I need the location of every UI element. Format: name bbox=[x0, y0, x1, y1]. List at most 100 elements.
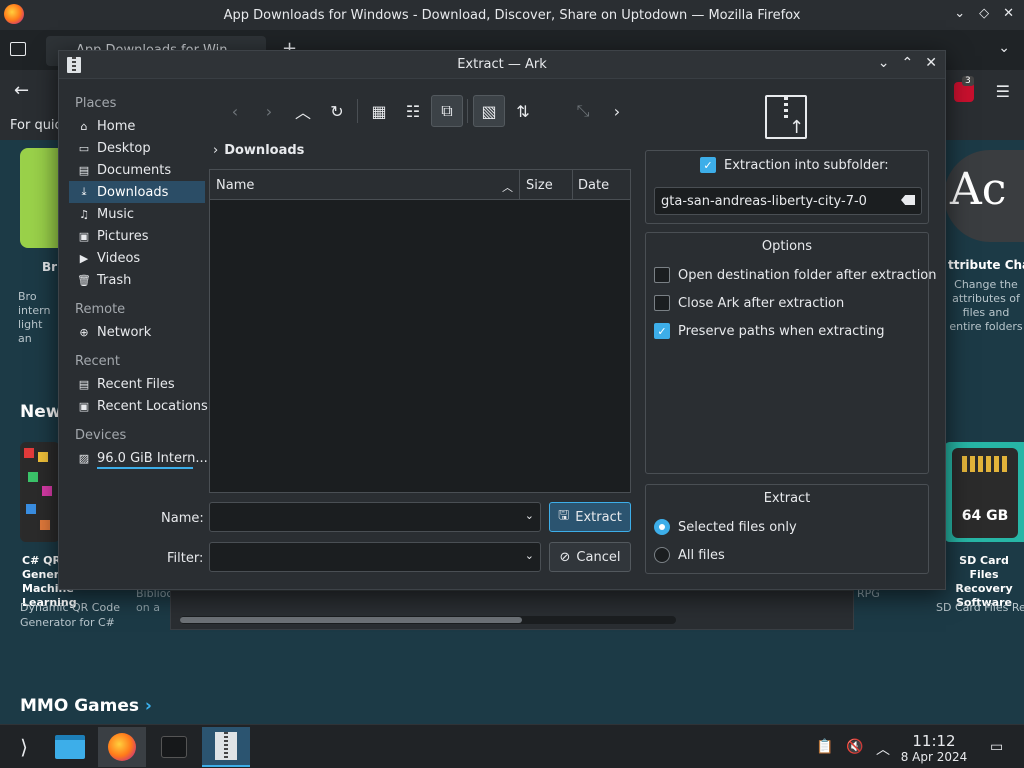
sidebar-item-label: Recent Files bbox=[97, 376, 175, 392]
clock[interactable]: 11:12 8 Apr 2024 bbox=[900, 732, 968, 764]
extract-group-title: Extract bbox=[763, 491, 811, 506]
music-icon: ♫ bbox=[79, 207, 89, 221]
app-card-desc: Bro intern light an bbox=[18, 290, 51, 345]
column-date[interactable]: Date bbox=[578, 178, 609, 193]
volume-muted-icon[interactable]: 🔇 bbox=[846, 739, 863, 755]
mixer-icon bbox=[161, 736, 187, 758]
open-destination-checkbox[interactable]: Open destination folder after extraction bbox=[654, 267, 937, 283]
detail-view-icon[interactable]: ☷ bbox=[397, 95, 429, 127]
back-icon[interactable]: ‹ bbox=[219, 95, 251, 127]
attribute-changer-logo[interactable]: Ac bbox=[944, 150, 1024, 242]
bookmarks-text[interactable]: For quic bbox=[10, 118, 62, 133]
toolbar-separator bbox=[357, 99, 358, 123]
app-card-image[interactable]: 64 GB bbox=[944, 442, 1024, 542]
sidebar-item-pictures[interactable]: ▣ Pictures bbox=[69, 225, 209, 247]
hamburger-menu-icon[interactable]: ☰ bbox=[996, 82, 1010, 101]
sidebar-item-downloads[interactable]: ⤓ Downloads bbox=[69, 181, 205, 203]
up-icon[interactable]: ︿ bbox=[287, 95, 319, 127]
subfolder-input[interactable]: gta-san-andreas-liberty-city-7-0 bbox=[654, 187, 922, 215]
sidebar-item-recent-locations[interactable]: ▣ Recent Locations bbox=[69, 395, 209, 417]
scrollbar-thumb[interactable] bbox=[180, 617, 522, 623]
preview-icon[interactable]: ▧ bbox=[473, 95, 505, 127]
clipboard-icon[interactable]: 📋 bbox=[816, 739, 833, 755]
maximize-icon[interactable]: ◇ bbox=[979, 6, 989, 21]
sidebar-item-label: Pictures bbox=[97, 228, 149, 244]
close-icon[interactable]: ✕ bbox=[925, 55, 937, 71]
sidebar-item-music[interactable]: ♫ Music bbox=[69, 203, 209, 225]
preserve-paths-checkbox[interactable]: ✓ Preserve paths when extracting bbox=[654, 323, 885, 339]
forward-icon[interactable]: › bbox=[253, 95, 285, 127]
taskbar-mixer[interactable] bbox=[150, 727, 198, 767]
app-card-title[interactable]: ttribute Changer bbox=[948, 258, 1024, 272]
minimize-icon[interactable]: ⌄ bbox=[878, 55, 890, 71]
sidebar-item-documents[interactable]: ▤ Documents bbox=[69, 159, 209, 181]
cancel-button-label: Cancel bbox=[576, 549, 621, 565]
firefox-window-controls: ⌄ ◇ ✕ bbox=[954, 6, 1014, 21]
tree-view-icon[interactable]: ⧉ bbox=[431, 95, 463, 127]
reload-icon[interactable]: ↻ bbox=[321, 95, 353, 127]
all-files-radio[interactable]: All files bbox=[654, 547, 725, 563]
close-ark-checkbox[interactable]: Close Ark after extraction bbox=[654, 295, 844, 311]
tab-list-icon[interactable] bbox=[10, 42, 26, 56]
extract-button-label: Extract bbox=[575, 509, 622, 525]
icon-view-icon[interactable]: ▦ bbox=[363, 95, 395, 127]
maximize-icon[interactable]: ⌃ bbox=[902, 55, 914, 71]
name-combobox[interactable]: ⌄ bbox=[209, 502, 541, 532]
firefox-window-title: App Downloads for Windows - Download, Di… bbox=[223, 7, 801, 23]
subfolder-checkbox[interactable]: ✓ Extraction into subfolder: bbox=[700, 157, 889, 173]
option-label: Preserve paths when extracting bbox=[678, 323, 885, 339]
section-heading-mmo[interactable]: MMO Games › bbox=[20, 696, 152, 716]
name-label: Name: bbox=[161, 511, 204, 526]
desktop-icon: ▭ bbox=[78, 141, 90, 155]
minimize-icon[interactable]: ⌄ bbox=[954, 6, 965, 21]
app-card-image[interactable] bbox=[20, 442, 60, 542]
clear-text-icon[interactable] bbox=[901, 195, 915, 205]
column-size[interactable]: Size bbox=[526, 178, 553, 193]
taskbar-dolphin[interactable] bbox=[46, 727, 94, 767]
chevron-down-icon[interactable]: ⌄ bbox=[998, 40, 1010, 56]
options-title: Options bbox=[761, 239, 813, 254]
more-icon[interactable]: › bbox=[601, 95, 633, 127]
extract-button[interactable]: 🖫 Extract bbox=[549, 502, 631, 532]
save-icon: 🖫 bbox=[558, 508, 570, 523]
filter-combobox[interactable]: ⌄ bbox=[209, 542, 541, 572]
firefox-titlebar: App Downloads for Windows - Download, Di… bbox=[0, 0, 1024, 30]
app-card-desc: SD Card Files Recovery Software restor..… bbox=[936, 601, 1024, 614]
dialog-titlebar: Extract — Ark ⌄ ⌃ ✕ bbox=[59, 51, 945, 79]
download-icon: ⤓ bbox=[81, 185, 87, 198]
sort-icon[interactable]: ⇅ bbox=[507, 95, 539, 127]
subfolder-value: gta-san-andreas-liberty-city-7-0 bbox=[661, 194, 867, 209]
cancel-icon: ⊘ bbox=[559, 549, 571, 565]
breadcrumb[interactable]: › Downloads bbox=[213, 143, 304, 158]
sidebar-item-recent-files[interactable]: ▤ Recent Files bbox=[69, 373, 209, 395]
file-list[interactable]: Name ︿ Size Date bbox=[209, 169, 631, 493]
zoom-icon[interactable]: ⤡ bbox=[567, 95, 599, 127]
option-label: Close Ark after extraction bbox=[678, 295, 845, 311]
horizontal-scrollbar[interactable] bbox=[180, 616, 676, 624]
sidebar-item-desktop[interactable]: ▭ Desktop bbox=[69, 137, 209, 159]
taskbar-firefox[interactable] bbox=[98, 727, 146, 767]
sd-card-pins bbox=[962, 456, 1008, 472]
selected-files-radio[interactable]: Selected files only bbox=[654, 519, 797, 535]
app-card-desc: Change the attributes of files and entir… bbox=[949, 278, 1023, 333]
application-launcher[interactable]: ⟩ bbox=[0, 727, 48, 767]
dialog-window-controls: ⌄ ⌃ ✕ bbox=[878, 55, 937, 71]
column-separator bbox=[519, 170, 520, 200]
recent-locations-icon: ▣ bbox=[78, 399, 90, 413]
show-desktop-icon[interactable]: ▭ bbox=[990, 739, 1003, 755]
close-icon[interactable]: ✕ bbox=[1003, 6, 1014, 21]
sidebar-item-label: Network bbox=[97, 324, 152, 340]
sidebar-item-network[interactable]: ⊕ Network bbox=[69, 321, 209, 343]
cancel-button[interactable]: ⊘ Cancel bbox=[549, 542, 631, 572]
sidebar-item-videos[interactable]: ▶ Videos bbox=[69, 247, 209, 269]
column-name[interactable]: Name bbox=[216, 178, 254, 193]
sidebar-item-trash[interactable]: 🗑 Trash bbox=[69, 269, 209, 291]
taskbar-ark[interactable] bbox=[202, 727, 250, 767]
sort-arrow-icon: ︿ bbox=[502, 181, 513, 194]
back-arrow-icon[interactable]: ← bbox=[14, 80, 29, 101]
chevron-up-icon[interactable]: ︿ bbox=[876, 739, 890, 759]
sidebar-item-internal-drive[interactable]: ▨ 96.0 GiB Intern... bbox=[69, 447, 209, 469]
sidebar-item-home[interactable]: ⌂ Home bbox=[69, 115, 209, 137]
